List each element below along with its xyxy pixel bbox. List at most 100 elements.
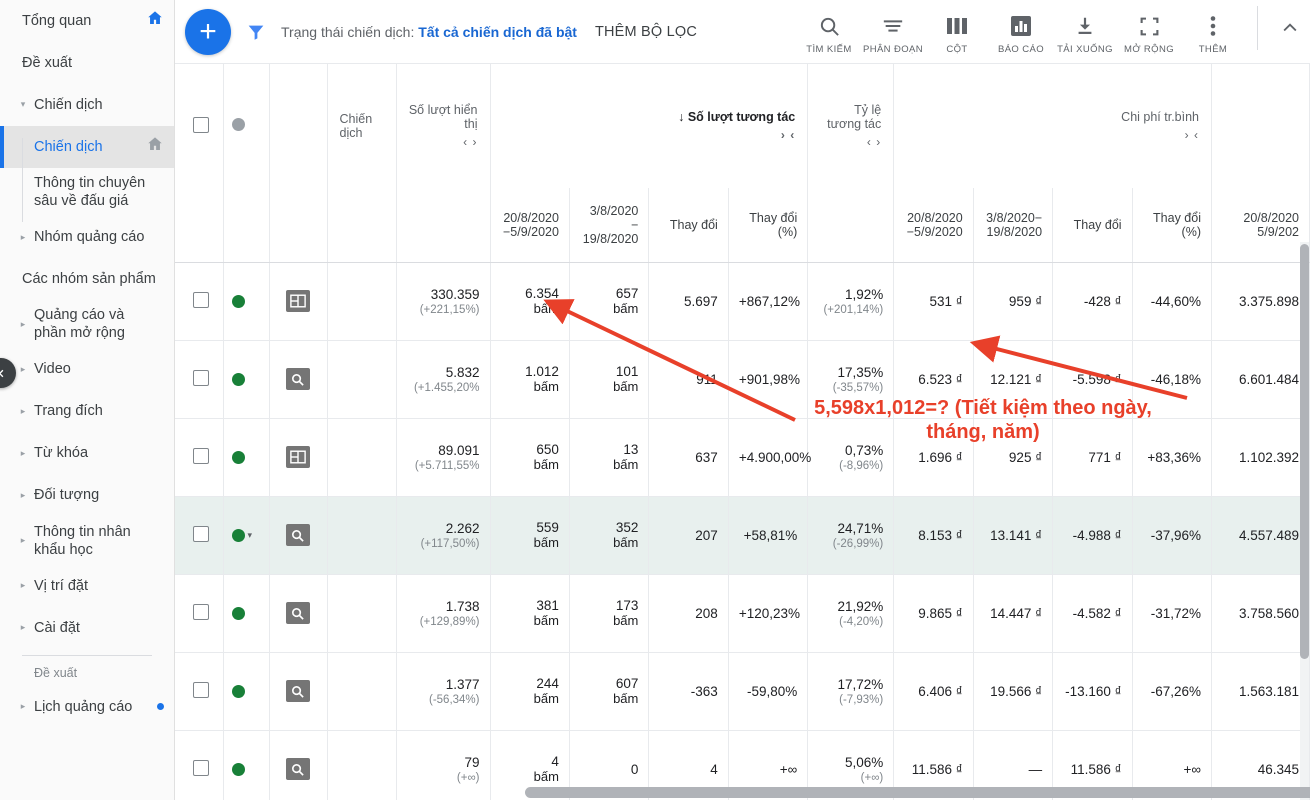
sidebar-item-10[interactable]: ▸ Từ khóa: [0, 433, 174, 475]
sidebar-item-3[interactable]: Chiến dịch: [0, 126, 174, 168]
engagement-rate-group-header[interactable]: Tỷ lệ tương tác ‹ ›: [807, 64, 895, 188]
collapse-chevrons-icon[interactable]: › ‹: [503, 128, 796, 142]
campaign-name-header[interactable]: Chiến dịch: [327, 64, 397, 188]
collapse-chevrons-icon[interactable]: › ‹: [906, 128, 1199, 142]
status-enabled-icon[interactable]: [231, 372, 245, 386]
collapse-chevrons-icon[interactable]: ‹ ›: [820, 135, 881, 149]
status-enabled-icon[interactable]: [231, 684, 245, 698]
chevron-right-icon[interactable]: ▸: [18, 622, 28, 633]
table-row[interactable]: 1.377 (-56,34%) 244 bấm 607 bấm -363 -59,80% 17,…: [175, 652, 1310, 731]
sidebar-item-lich-quang-cao[interactable]: ▸ Lịch quảng cáo: [0, 686, 174, 728]
row-checkbox[interactable]: [193, 681, 209, 698]
row-status-cell: [223, 652, 270, 731]
row-campaign-name-cell[interactable]: [327, 730, 397, 800]
row-campaign-name-cell[interactable]: [327, 496, 397, 575]
row-campaign-name-cell[interactable]: [327, 574, 397, 653]
sub-header-last[interactable]: 20/8/2020 5/9/202: [1211, 188, 1310, 263]
cell-impressions: 1.377 (-56,34%): [396, 652, 491, 731]
sub-header-period-a[interactable]: 20/8/2020 −5/9/2020: [490, 188, 570, 263]
status-enabled-icon[interactable]: [231, 606, 245, 620]
sidebar-item-7[interactable]: ▸ Quảng cáo và phần mở rộng: [0, 300, 174, 348]
sidebar-item-6[interactable]: Các nhóm sản phẩm: [0, 258, 174, 300]
chevron-down-icon[interactable]: ▾: [248, 530, 253, 541]
table-row[interactable]: ▾ 2.262 (+117,50%) 559 bấm 352 bấm 207 +58,81% 24…: [175, 496, 1310, 575]
collapse-chevrons-icon[interactable]: ‹ ›: [409, 135, 478, 149]
toolbar-expand-button[interactable]: MỞ RỘNG: [1117, 14, 1181, 55]
vertical-scrollbar-thumb[interactable]: [1300, 244, 1309, 659]
sub-header-change-pct[interactable]: Thay đổi (%): [1132, 188, 1213, 263]
toolbar-search-button[interactable]: TÌM KIẾM: [797, 14, 861, 55]
filter-icon[interactable]: [245, 21, 267, 43]
sub-header-period-a[interactable]: 20/8/2020 −5/9/2020: [893, 188, 974, 263]
chevron-right-icon[interactable]: ▸: [18, 232, 28, 242]
sub-header-change[interactable]: Thay đổi: [1052, 188, 1133, 263]
campaigns-toolbar: + Trạng thái chiến dịch: Tất cả chiến dị…: [175, 0, 1310, 64]
row-campaign-name-cell[interactable]: [327, 418, 397, 497]
engagements-group-header[interactable]: ↓ Số lượt tương tác › ‹: [490, 64, 809, 188]
cost-group-header[interactable]: [1211, 64, 1310, 188]
select-all-checkbox[interactable]: [193, 116, 209, 133]
display-icon: [285, 290, 310, 312]
avg-cost-group-header[interactable]: Chi phí tr.bình › ‹: [893, 64, 1212, 188]
toolbar-more-button[interactable]: THÊM: [1181, 14, 1245, 55]
sidebar-item-label: Tổng quan: [22, 12, 92, 29]
toolbar-report-button[interactable]: BÁO CÁO: [989, 14, 1053, 55]
row-checkbox[interactable]: [193, 369, 209, 386]
status-filter-icon[interactable]: [231, 118, 245, 131]
row-campaign-name-cell[interactable]: [327, 340, 397, 419]
cell-impressions: 79 (+∞): [396, 730, 491, 800]
chevron-right-icon[interactable]: ▸: [18, 364, 28, 375]
cell-cost-total: 3.758.560: [1211, 574, 1310, 653]
horizontal-scrollbar-thumb[interactable]: [525, 787, 1310, 798]
toolbar-segment-button[interactable]: PHÂN ĐOẠN: [861, 14, 925, 55]
row-campaign-name-cell[interactable]: [327, 652, 397, 731]
sidebar-item-2[interactable]: ▾ Chiến dịch: [0, 84, 174, 126]
more-vert-icon: [1210, 14, 1216, 38]
status-enabled-icon[interactable]: [231, 528, 245, 542]
sidebar-item-4[interactable]: Thông tin chuyên sâu về đấu giá: [0, 168, 174, 216]
row-checkbox[interactable]: [193, 759, 209, 776]
add-filter-button[interactable]: THÊM BỘ LỌC: [595, 24, 697, 40]
status-enabled-icon[interactable]: [231, 294, 245, 308]
sidebar-item-11[interactable]: ▸ Đối tượng: [0, 475, 174, 517]
table-row[interactable]: 330.359 (+221,15%) 6.354 bấm 657 bấm 5.697 +867…: [175, 262, 1310, 341]
status-enabled-icon[interactable]: [231, 450, 245, 464]
campaign-status-filter-chip[interactable]: Trạng thái chiến dịch: Tất cả chiến dịch…: [281, 24, 577, 40]
sidebar-item-5[interactable]: ▸ Nhóm quảng cáo: [0, 216, 174, 258]
table-row[interactable]: 1.738 (+129,89%) 381 bấm 173 bấm 208 +120,23% 21…: [175, 574, 1310, 653]
home-icon[interactable]: [146, 9, 164, 32]
row-checkbox[interactable]: [193, 291, 209, 308]
chevron-down-icon[interactable]: ▾: [18, 99, 28, 110]
sidebar-item-14[interactable]: ▸ Cài đặt: [0, 607, 174, 649]
collapse-panel-button[interactable]: [1270, 6, 1310, 50]
sub-header-change[interactable]: Thay đổi: [648, 188, 729, 263]
sub-header-period-b[interactable]: 3/8/2020 − 19/8/2020: [569, 188, 650, 263]
display-icon: [285, 446, 310, 468]
chevron-right-icon[interactable]: ▸: [18, 535, 28, 546]
sidebar-item-label: Thông tin chuyên sâu về đấu giá: [34, 175, 146, 210]
row-checkbox[interactable]: [193, 603, 209, 620]
add-campaign-button[interactable]: +: [185, 8, 231, 55]
chevron-right-icon[interactable]: ▸: [18, 319, 28, 329]
sidebar-item-13[interactable]: ▸ Vị trí đặt: [0, 565, 174, 607]
chevron-right-icon[interactable]: ▸: [18, 448, 28, 459]
sidebar-item-8[interactable]: ▸ Video: [0, 349, 174, 391]
impressions-group-header[interactable]: Số lượt hiển thị ‹ ›: [396, 64, 491, 188]
sidebar-item-0[interactable]: Tổng quan: [0, 0, 174, 42]
sidebar-item-12[interactable]: ▸ Thông tin nhân khẩu học: [0, 517, 174, 565]
row-checkbox[interactable]: [193, 525, 209, 542]
home-icon[interactable]: [146, 135, 164, 158]
cell-engagements-change-pct: +58,81%: [728, 496, 809, 575]
sidebar-item-9[interactable]: ▸ Trang đích: [0, 391, 174, 433]
status-enabled-icon[interactable]: [231, 762, 245, 776]
sub-header-period-b[interactable]: 3/8/2020− 19/8/2020: [973, 188, 1054, 263]
toolbar-download-button[interactable]: TẢI XUỐNG: [1053, 14, 1117, 55]
chevron-right-icon[interactable]: ▸: [18, 490, 28, 501]
chevron-right-icon[interactable]: ▸: [18, 406, 28, 417]
chevron-right-icon[interactable]: ▸: [18, 580, 28, 591]
row-campaign-name-cell[interactable]: [327, 262, 397, 341]
sub-header-change-pct[interactable]: Thay đổi (%): [728, 188, 809, 263]
row-checkbox[interactable]: [193, 447, 209, 464]
sidebar-item-1[interactable]: Đề xuất: [0, 42, 174, 84]
toolbar-columns-button[interactable]: CỘT: [925, 14, 989, 55]
